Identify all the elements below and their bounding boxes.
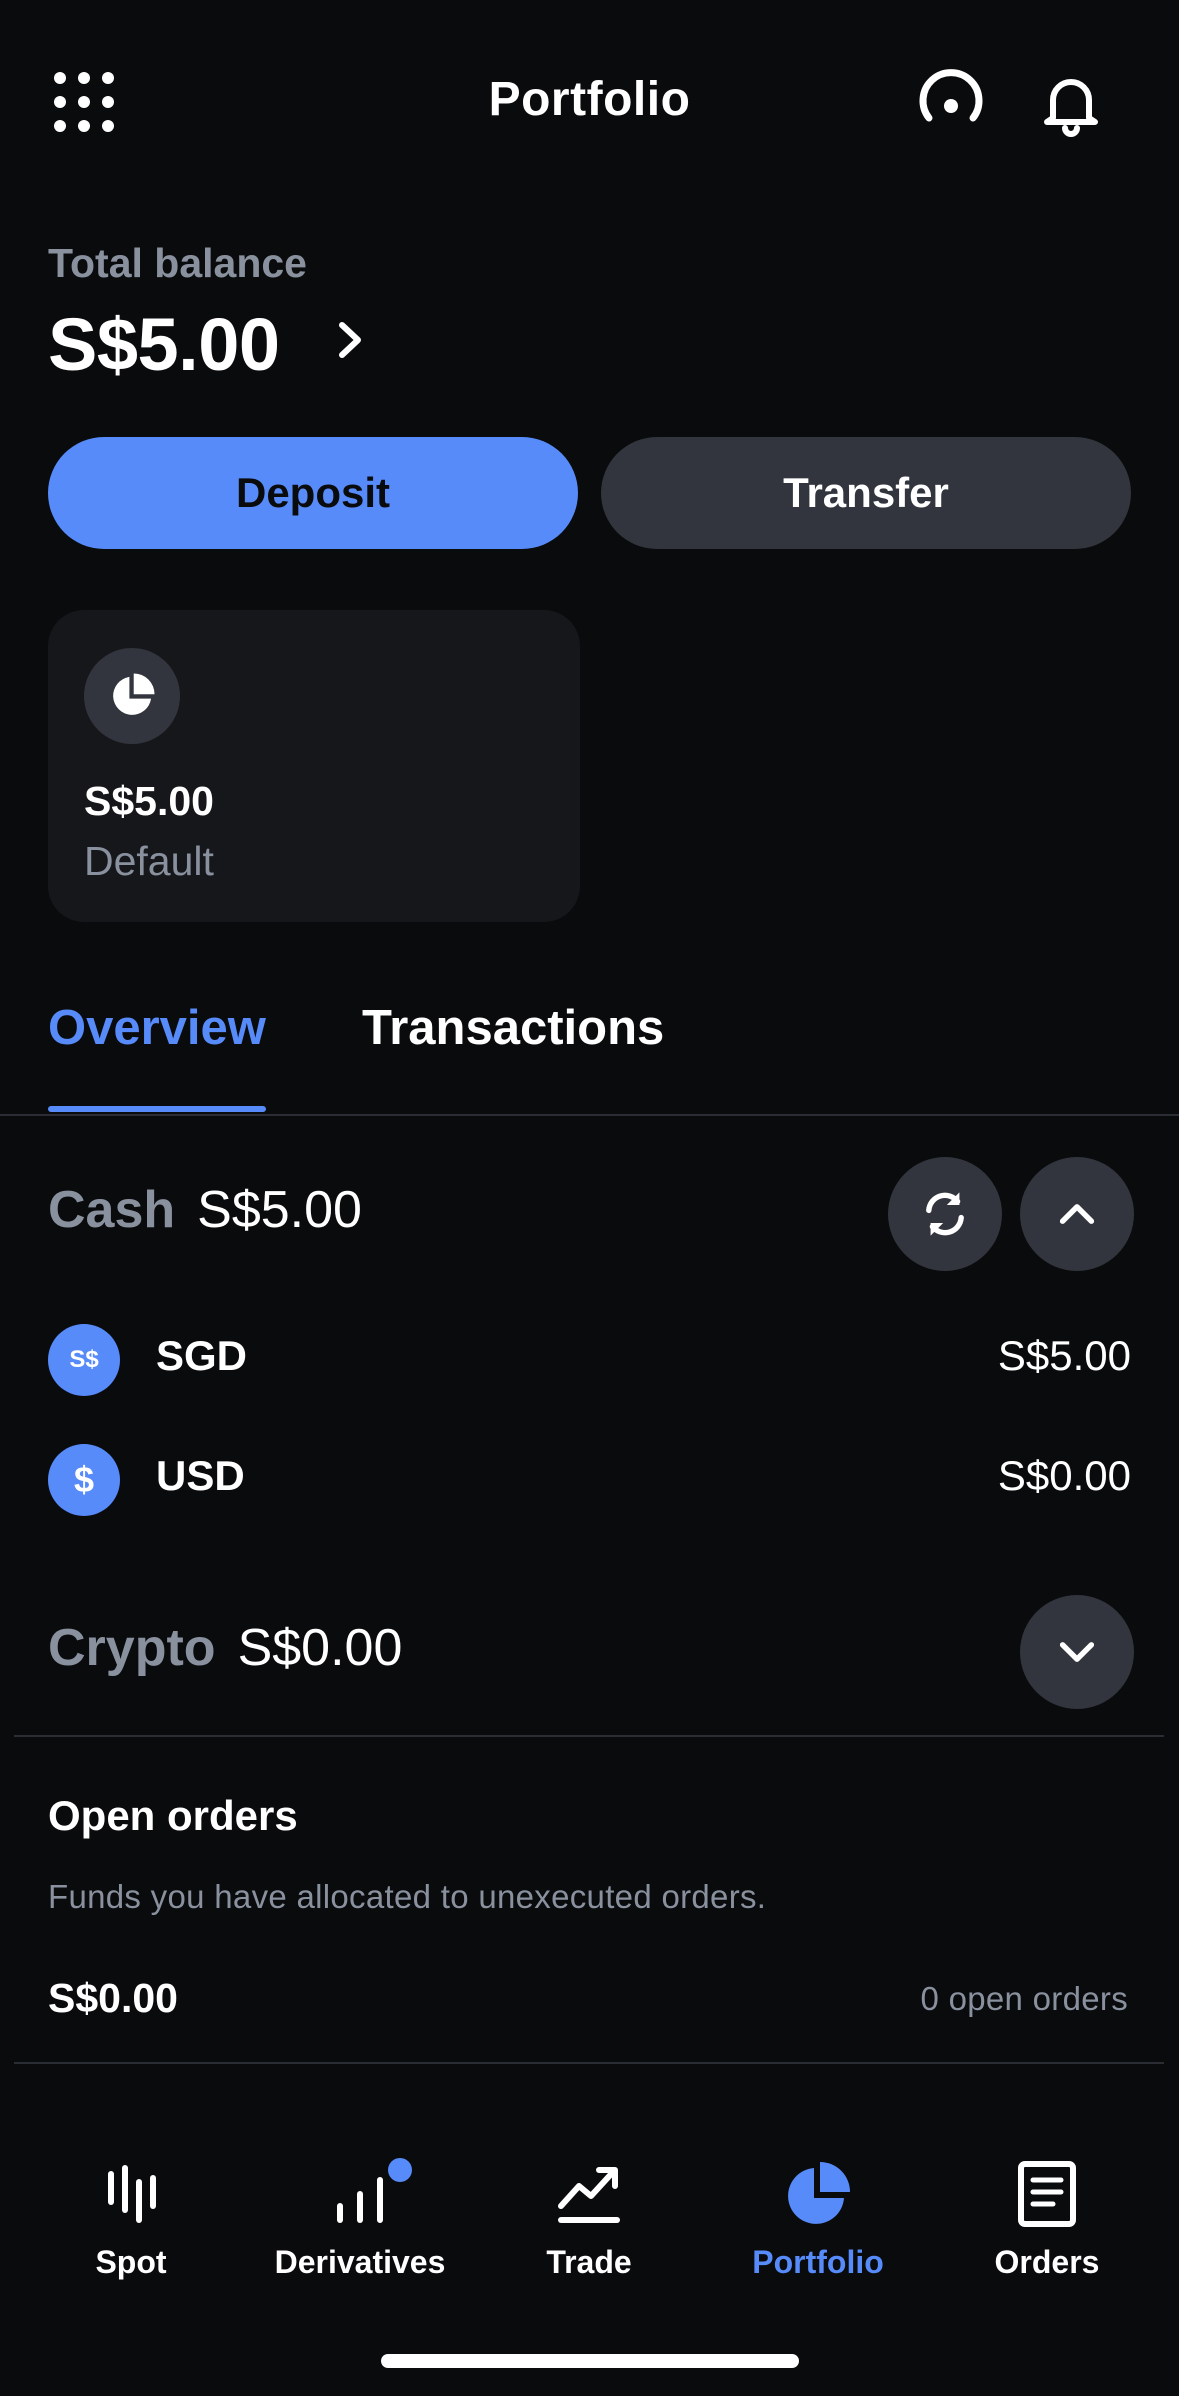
orders-icon <box>1018 2161 1076 2227</box>
divider <box>14 2062 1164 2064</box>
nav-label: Portfolio <box>752 2244 884 2280</box>
open-orders-amount: S$0.00 <box>48 1975 178 2021</box>
cash-section-header: Cash S$5.00 <box>48 1180 362 1240</box>
nav-label: Derivatives <box>274 2244 446 2280</box>
notification-dot <box>388 2158 412 2182</box>
asset-amount: S$5.00 <box>997 1332 1131 1379</box>
portfolio-screen: Portfolio Total balance S$5.00 Deposit T… <box>0 0 1179 2396</box>
crypto-value: S$0.00 <box>237 1619 403 1677</box>
cash-label: Cash <box>48 1181 176 1239</box>
open-orders-count[interactable]: 0 open orders <box>920 1980 1128 2018</box>
spot-icon <box>108 2165 156 2223</box>
transfer-button[interactable]: Transfer <box>601 437 1131 549</box>
chevron-up-icon <box>1059 1204 1095 1224</box>
collapse-cash-button[interactable] <box>1020 1157 1134 1271</box>
pie-chart-icon <box>84 648 180 744</box>
expand-crypto-button[interactable] <box>1020 1595 1134 1709</box>
total-balance-label: Total balance <box>48 240 307 286</box>
open-orders-title: Open orders <box>48 1792 298 1839</box>
page-title: Portfolio <box>488 73 691 126</box>
cash-item-sgd[interactable]: S$ SGD S$5.00 <box>48 1318 1131 1398</box>
card-amount: S$5.00 <box>84 778 214 824</box>
open-orders-description: Funds you have allocated to unexecuted o… <box>48 1878 767 1915</box>
cash-item-usd[interactable]: $ USD S$0.00 <box>48 1438 1131 1518</box>
top-header: Portfolio <box>0 0 1179 200</box>
nav-label: Spot <box>95 2244 167 2280</box>
card-label: Default <box>84 838 214 884</box>
tab-overview[interactable]: Overview <box>48 1000 266 1056</box>
nav-orders[interactable]: Orders <box>933 2158 1161 2308</box>
portfolio-icon <box>788 2162 850 2224</box>
derivatives-icon <box>337 2177 383 2223</box>
total-balance-value[interactable]: S$5.00 <box>48 302 280 387</box>
support-icon[interactable] <box>915 68 987 140</box>
usd-icon: $ <box>48 1444 120 1516</box>
refresh-icon <box>926 1192 964 1236</box>
home-indicator[interactable] <box>381 2354 799 2368</box>
cash-value: S$5.00 <box>197 1181 362 1239</box>
active-tab-indicator <box>48 1106 266 1112</box>
nav-portfolio[interactable]: Portfolio <box>704 2158 932 2308</box>
nav-label: Trade <box>546 2244 632 2280</box>
nav-label: Orders <box>994 2244 1100 2280</box>
deposit-button[interactable]: Deposit <box>48 437 578 549</box>
default-account-card[interactable]: S$5.00 Default <box>48 610 580 922</box>
asset-name: USD <box>156 1452 245 1499</box>
asset-amount: S$0.00 <box>997 1452 1131 1499</box>
asset-name: SGD <box>156 1332 248 1379</box>
convert-button[interactable] <box>888 1157 1002 1271</box>
nav-trade[interactable]: Trade <box>475 2158 703 2308</box>
divider <box>14 1735 1164 1737</box>
crypto-label: Crypto <box>48 1619 216 1677</box>
portfolio-tabs: Overview Transactions <box>0 1000 1179 1116</box>
chevron-right-icon[interactable] <box>330 315 370 365</box>
crypto-section-header: Crypto S$0.00 <box>48 1618 402 1678</box>
trade-icon <box>558 2167 620 2223</box>
bell-icon[interactable] <box>1035 66 1107 138</box>
sgd-icon: S$ <box>48 1324 120 1396</box>
nav-derivatives[interactable]: Derivatives <box>246 2158 474 2308</box>
nav-spot[interactable]: Spot <box>17 2158 245 2308</box>
tab-transactions[interactable]: Transactions <box>362 1000 664 1056</box>
chevron-down-icon <box>1059 1642 1095 1662</box>
